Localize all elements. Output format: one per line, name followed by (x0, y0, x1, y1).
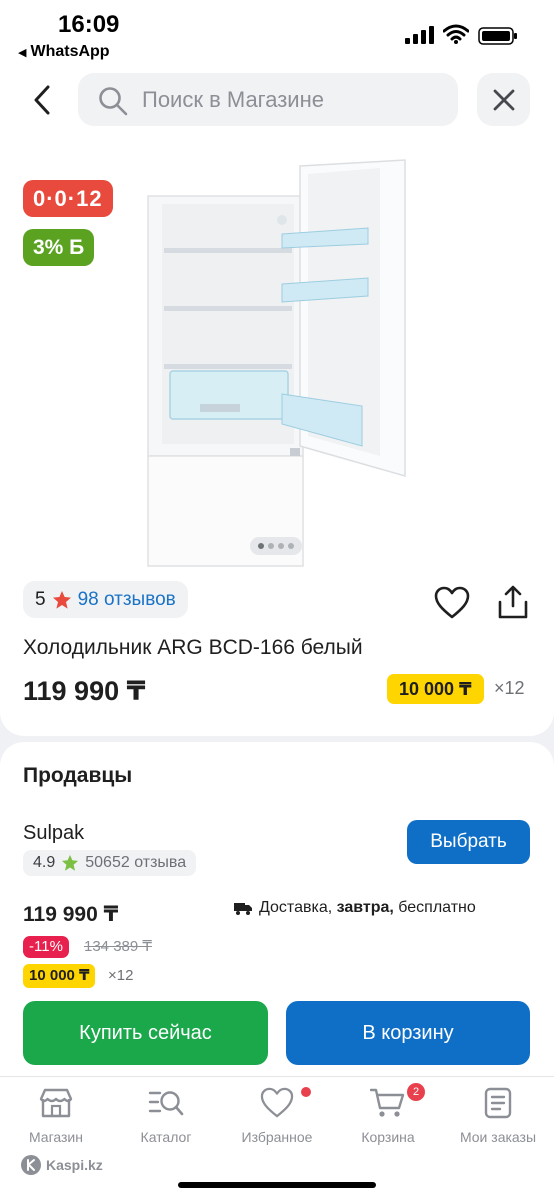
product-image[interactable] (140, 156, 420, 576)
close-icon (493, 89, 514, 110)
sellers-section: Продавцы Sulpak 4.9 50652 отзыва Выбрать… (0, 742, 554, 1092)
bonus-badge: 3% Б (23, 229, 95, 266)
old-price: 134 389 ₸ (84, 938, 152, 955)
kaspi-logo-text: Kaspi.kz (46, 1157, 103, 1173)
back-button[interactable] (24, 80, 60, 120)
delivery-info: Доставка, завтра, бесплатно (233, 899, 476, 917)
image-pagination[interactable] (250, 537, 302, 555)
cellular-signal-icon (405, 26, 434, 44)
search-placeholder: Поиск в Магазине (142, 87, 324, 112)
back-to-app[interactable]: ◀ WhatsApp (18, 43, 110, 61)
pagination-dot (288, 543, 294, 549)
seller-rating-value: 4.9 (33, 854, 56, 871)
tab-store[interactable]: Магазин (6, 1087, 106, 1145)
kaspi-logo: Kaspi.kz (20, 1154, 103, 1176)
monthly-payment-badge: 10 000 ₸ (387, 674, 484, 704)
installment-badge: 0·0·12 (23, 180, 113, 217)
pagination-dot (278, 543, 284, 549)
close-button[interactable] (477, 73, 530, 126)
catalog-search-icon (148, 1091, 184, 1116)
delivery-when: завтра, (336, 899, 394, 916)
rating-pill[interactable]: 5 98 отзывов (23, 581, 188, 618)
star-icon (62, 854, 79, 871)
header: Поиск в Магазине (0, 66, 554, 136)
monthly-term: ×12 (494, 678, 525, 698)
store-icon (39, 1088, 73, 1118)
home-indicator[interactable] (178, 1182, 376, 1188)
status-bar: 16:09 ◀ WhatsApp (0, 0, 554, 66)
product-card: 0·0·12 3% Б 5 98 отзывов Холодильник ARG… (0, 136, 554, 736)
search-icon (99, 87, 128, 116)
tab-catalog[interactable]: Каталог (116, 1087, 216, 1145)
truck-icon (234, 903, 252, 915)
sellers-title: Продавцы (23, 764, 133, 787)
discount-badge: -11% (23, 936, 69, 958)
add-to-cart-button[interactable]: В корзину (286, 1001, 530, 1065)
tab-label: Мои заказы (459, 1129, 537, 1145)
wifi-icon (443, 24, 469, 44)
buy-now-button[interactable]: Купить сейчас (23, 1001, 268, 1065)
pagination-dot (268, 543, 274, 549)
product-price: 119 990 ₸ (23, 676, 146, 706)
delivery-suffix: бесплатно (398, 899, 476, 916)
chevron-left-icon (34, 85, 50, 115)
tab-label: Магазин (28, 1129, 83, 1145)
cart-icon (370, 1088, 405, 1117)
seller-reviews: 50652 отзыва (85, 854, 187, 871)
seller-monthly-badge: 10 000 ₸ (23, 964, 96, 988)
choose-seller-button[interactable]: Выбрать (407, 820, 530, 864)
favorites-dot (301, 1087, 311, 1097)
tab-orders[interactable]: Мои заказы (448, 1087, 548, 1145)
tab-favorites[interactable]: Избранное (227, 1087, 327, 1145)
pagination-dot (258, 543, 264, 549)
heart-icon (260, 1087, 294, 1118)
star-icon (52, 590, 71, 609)
rating-value: 5 (35, 588, 46, 610)
kaspi-logo-icon (21, 1155, 41, 1175)
reviews-link[interactable]: 98 отзывов (78, 589, 176, 611)
cart-count-badge: 2 (407, 1083, 425, 1101)
tab-label: Каталог (140, 1129, 192, 1145)
heart-icon[interactable] (434, 586, 470, 620)
orders-icon (484, 1087, 512, 1119)
battery-icon (478, 27, 517, 45)
tab-label: Корзина (361, 1129, 415, 1145)
status-time: 16:09 (58, 11, 120, 38)
seller-price: 119 990 ₸ (23, 903, 119, 926)
share-icon[interactable] (495, 584, 531, 620)
tab-label: Избранное (241, 1129, 313, 1145)
product-title: Холодильник ARG BCD-166 белый (23, 636, 363, 659)
search-input[interactable]: Поиск в Магазине (78, 73, 458, 126)
delivery-prefix: Доставка, (259, 899, 333, 916)
seller-rating[interactable]: 4.9 50652 отзыва (23, 850, 197, 876)
back-app-label: WhatsApp (30, 43, 110, 60)
seller-name[interactable]: Sulpak (23, 822, 84, 845)
seller-monthly-term: ×12 (108, 967, 134, 984)
